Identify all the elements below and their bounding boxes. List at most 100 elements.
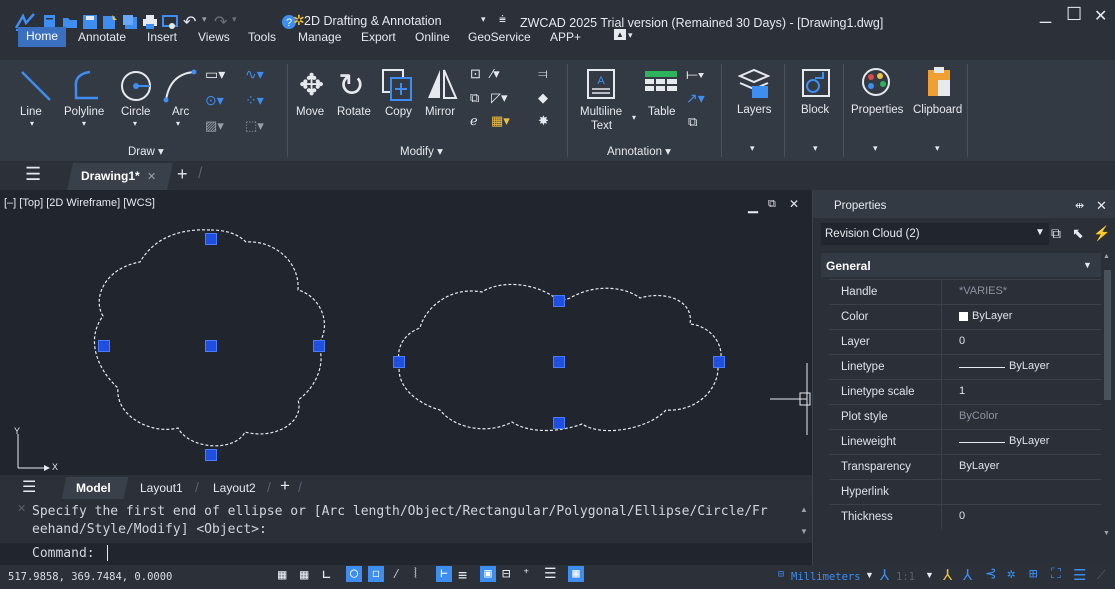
plot-preview-icon[interactable] [162,14,178,30]
layout2-tab[interactable]: Layout2 [213,481,256,495]
workspace-dropdown-icon[interactable]: ▾ [481,14,486,25]
settings-gear-icon[interactable]: ✲ [1007,566,1015,582]
dimension-icon[interactable]: ⟝▾ [686,66,704,83]
layers-button[interactable]: Layers [737,104,772,116]
block-button[interactable]: Block [801,104,829,116]
multiline-dropdown-icon[interactable]: ▾ [632,113,636,122]
command-scroll-down-icon[interactable]: ▼ [800,527,808,536]
property-row-thickness[interactable]: Thickness 0 [829,504,1101,530]
arc-button[interactable]: Arc [172,106,189,118]
grip[interactable] [205,340,217,352]
maximize-button[interactable]: ☐ [1066,4,1082,25]
stretch-icon[interactable]: ⊡ [470,66,481,82]
line-dropdown-icon[interactable]: ▾ [30,119,34,128]
command-close-icon[interactable]: ✕ [17,502,26,515]
add-layout-button[interactable]: + [280,476,290,496]
property-row-hyperlink[interactable]: Hyperlink [829,479,1101,505]
selection-dropdown-label[interactable]: Revision Cloud (2) [825,228,920,240]
grip[interactable] [313,340,325,352]
arc-dropdown-icon[interactable]: ▾ [176,119,180,128]
menu-geoservice[interactable]: GeoService [468,30,531,44]
selection-cycling-icon[interactable]: ⁺ [522,566,530,582]
hamburger-menu-icon[interactable]: ☰ [25,164,41,185]
menu-manage[interactable]: Manage [298,30,341,44]
property-value[interactable]: ByLayer [1009,360,1049,372]
palette-autohide-icon[interactable]: ⇹ [1075,199,1084,212]
point-icon[interactable]: ⁘▾ [245,92,264,109]
new-document-tab-button[interactable]: + [177,164,188,185]
properties-button[interactable]: Properties [851,104,903,116]
rotate-button[interactable]: Rotate [337,106,371,118]
menu-app-plus[interactable]: APP+ [550,30,581,44]
redo-dropdown-icon[interactable]: ▾ [232,14,237,25]
hatch-icon[interactable]: ▨▾ [205,118,224,134]
annotation-scale-value[interactable]: 1:1 [896,571,915,583]
toggle-pickadd-icon[interactable]: ⧉ [1051,225,1061,242]
undo-dropdown-icon[interactable]: ▾ [202,14,207,25]
line-button[interactable]: Line [20,106,42,118]
workspace-switch-icon[interactable]: ⊰ [985,566,997,582]
boundary-icon[interactable]: ⬚▾ [245,118,264,134]
model-tab-label[interactable]: Model [76,481,111,495]
workspace-selector[interactable]: 2D Drafting & Annotation [304,14,442,28]
units-selector[interactable]: Millimeters [791,571,861,583]
command-line[interactable]: Command: [0,543,812,565]
grip[interactable] [553,295,565,307]
property-value[interactable]: ByLayer [959,460,999,472]
layout1-tab[interactable]: Layout1 [140,481,183,495]
menu-insert[interactable]: Insert [147,30,177,44]
general-section-title[interactable]: General [826,259,871,273]
multiline-text-button[interactable]: Multiline [580,106,622,118]
grip[interactable] [205,449,217,461]
drawing-viewport[interactable]: [–] [Top] [2D Wireframe] [WCS] ▁ ⧉ ✕ Y X [0,190,812,475]
select-objects-icon[interactable]: ⬉ [1072,225,1084,242]
grid-icon[interactable]: ▦ [278,567,286,583]
grip[interactable] [553,356,565,368]
property-value[interactable]: ByLayer [972,310,1012,322]
document-tab-label[interactable]: Drawing1* [81,169,140,183]
circle-dropdown-icon[interactable]: ▾ [133,119,137,128]
save-icon[interactable] [82,14,98,30]
menu-export[interactable]: Export [361,30,396,44]
palette-close-icon[interactable]: ✕ [1096,198,1107,214]
grip[interactable] [393,356,405,368]
close-button[interactable]: ✕ [1094,6,1107,26]
ribbon-toggle-dropdown-icon[interactable]: ▾ [628,30,633,41]
block-dropdown-icon[interactable]: ▾ [813,143,818,154]
property-row-lineweight[interactable]: Lineweight ByLayer [829,429,1101,455]
dyn-input-icon[interactable]: ⊢ [436,566,452,582]
clipboard-button[interactable]: Clipboard [913,104,962,116]
annotation-scale-icon[interactable]: ⅄ [880,566,889,584]
menu-views[interactable]: Views [198,30,230,44]
property-row-color[interactable]: Color ByLayer [829,304,1101,330]
otrack-icon[interactable]: ⁄ [392,566,400,583]
document-tab-close-icon[interactable]: ✕ [147,170,156,183]
resize-grip-icon[interactable]: ⟋ [1097,568,1105,583]
polar-icon[interactable]: ◯ [346,566,362,582]
ducs-icon[interactable]: ⦚ [414,566,417,582]
properties-dropdown-icon[interactable]: ▾ [873,143,878,154]
quick-select-icon[interactable]: ⚡ [1093,225,1110,242]
property-value[interactable]: 0 [959,335,965,347]
units-dropdown-icon[interactable]: ▼ [865,570,874,580]
save-as-icon[interactable] [102,14,118,30]
quick-properties-icon[interactable]: ⊟ [502,566,510,582]
align-icon[interactable]: ⫤ [538,66,548,82]
scroll-down-icon[interactable]: ▼ [1103,530,1110,537]
offset-icon[interactable]: ℯ [470,113,478,129]
hardware-acceleration-icon[interactable]: ⊞ [1029,566,1037,582]
grip[interactable] [205,233,217,245]
customize-toolbar-icon[interactable]: ⩧ [499,12,506,27]
spline-icon[interactable]: ∿▾ [245,66,264,83]
annotation-monitor-icon[interactable]: ☰ [544,566,557,582]
menu-home[interactable]: Home [18,27,67,47]
array-icon[interactable]: ▦▾ [491,113,510,129]
mirror-button[interactable]: Mirror [425,106,455,118]
section-collapse-icon[interactable]: ▼ [1083,260,1092,270]
erase-icon[interactable]: ◆ [538,90,548,106]
lineweight-icon[interactable]: ≡ [458,566,467,584]
menu-online[interactable]: Online [415,30,450,44]
command-scroll-up-icon[interactable]: ▲ [800,505,808,514]
clean-screen-icon[interactable]: ⛶ [1051,566,1061,582]
grip[interactable] [98,340,110,352]
